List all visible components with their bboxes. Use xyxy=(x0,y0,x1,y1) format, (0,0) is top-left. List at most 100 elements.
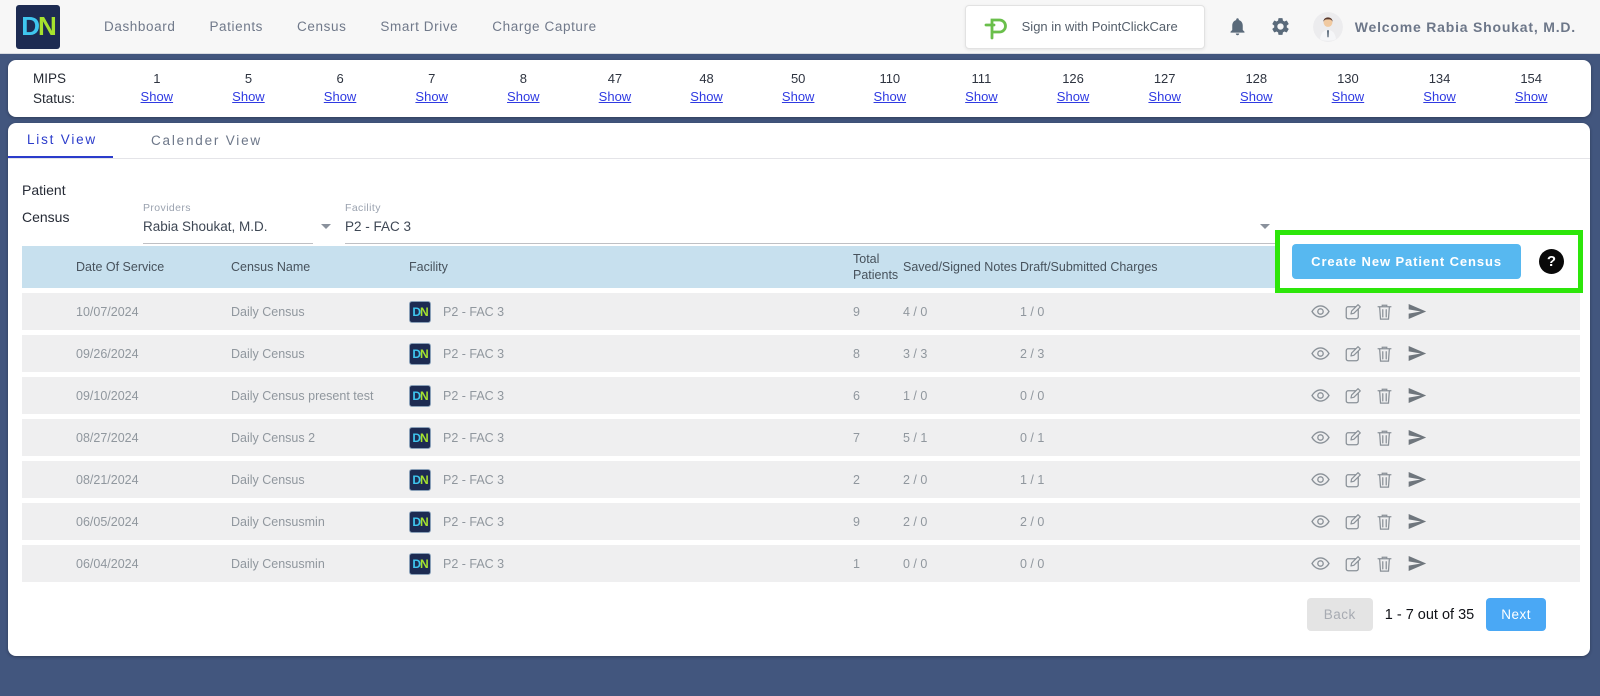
mips-show-link[interactable]: Show xyxy=(324,89,357,104)
view-button[interactable] xyxy=(1311,514,1330,529)
view-button[interactable] xyxy=(1311,304,1330,319)
delete-button[interactable] xyxy=(1376,555,1393,573)
edit-button[interactable] xyxy=(1344,471,1362,489)
mips-code-item: 154 Show xyxy=(1485,71,1577,106)
sign-in-pointclickcare-button[interactable]: Sign in with PointClickCare xyxy=(964,4,1205,49)
draft-submitted-charges-cell: 1 / 0 xyxy=(1020,304,1045,319)
edit-icon xyxy=(1345,513,1361,529)
mips-code-number: 6 xyxy=(336,71,344,86)
send-button[interactable] xyxy=(1407,429,1427,446)
send-button[interactable] xyxy=(1407,303,1427,320)
welcome-user-text: Welcome Rabia Shoukat, M.D. xyxy=(1354,18,1576,35)
view-button[interactable] xyxy=(1311,346,1330,361)
send-button[interactable] xyxy=(1407,555,1427,572)
eye-icon xyxy=(1311,305,1330,318)
back-button[interactable]: Back xyxy=(1306,598,1373,631)
edit-button[interactable] xyxy=(1344,513,1362,531)
eye-icon xyxy=(1311,515,1330,528)
bell-icon xyxy=(1230,18,1245,36)
send-icon xyxy=(1408,304,1427,319)
pagination-bar: Back 1 - 7 out of 35 Next xyxy=(8,598,1590,631)
mips-code-item: 111 Show xyxy=(936,71,1028,106)
app-logo[interactable]: DN xyxy=(16,4,60,49)
edit-button[interactable] xyxy=(1344,387,1362,405)
draft-submitted-charges-cell: 1 / 1 xyxy=(1020,472,1045,487)
settings-button[interactable] xyxy=(1270,16,1291,37)
mips-show-link[interactable]: Show xyxy=(1057,89,1090,104)
mips-show-link[interactable]: Show xyxy=(690,89,723,104)
next-button[interactable]: Next xyxy=(1486,598,1546,631)
draft-submitted-charges-cell: 2 / 0 xyxy=(1020,514,1045,529)
date-of-service-cell: 06/05/2024 xyxy=(76,514,139,529)
pointclickcare-icon xyxy=(984,18,1007,39)
mips-show-link[interactable]: Show xyxy=(415,89,448,104)
create-new-patient-census-button[interactable]: Create New Patient Census xyxy=(1292,244,1521,279)
delete-button[interactable] xyxy=(1376,303,1393,321)
mips-show-link[interactable]: Show xyxy=(141,89,174,104)
mips-code-number: 5 xyxy=(244,71,253,86)
nav-item-dashboard[interactable]: Dashboard xyxy=(104,19,175,34)
mips-code-number: 130 xyxy=(1337,71,1359,86)
census-filters-row: Patient Census Providers Rabia Shoukat, … xyxy=(8,171,1590,293)
mips-show-link[interactable]: Show xyxy=(232,89,265,104)
header-draft-submitted-charges: Draft/Submitted Charges xyxy=(1020,260,1158,274)
mips-code-number: 128 xyxy=(1245,71,1268,86)
edit-button[interactable] xyxy=(1344,429,1362,447)
total-patients-cell: 7 xyxy=(853,430,860,445)
facility-select-label: Facility xyxy=(345,202,381,214)
mips-show-link[interactable]: Show xyxy=(874,89,907,104)
view-button[interactable] xyxy=(1311,388,1330,403)
send-button[interactable] xyxy=(1407,387,1427,404)
facility-cell: DN P2 - FAC 3 xyxy=(409,468,853,491)
nav-item-census[interactable]: Census xyxy=(297,19,346,34)
view-button[interactable] xyxy=(1311,556,1330,571)
trash-icon xyxy=(1377,388,1392,404)
facility-select[interactable]: Facility P2 - FAC 3 xyxy=(345,200,1280,244)
date-of-service-cell: 08/27/2024 xyxy=(76,430,139,445)
help-icon[interactable]: ? xyxy=(1539,249,1564,274)
nav-item-patients[interactable]: Patients xyxy=(209,19,263,34)
send-button[interactable] xyxy=(1407,471,1427,488)
mips-show-link[interactable]: Show xyxy=(1332,89,1365,104)
trash-icon xyxy=(1377,430,1392,446)
edit-button[interactable] xyxy=(1344,345,1362,363)
delete-button[interactable] xyxy=(1376,345,1393,363)
user-avatar[interactable] xyxy=(1312,11,1343,42)
delete-button[interactable] xyxy=(1376,513,1393,531)
mips-show-link[interactable]: Show xyxy=(599,89,632,104)
tab-list-view[interactable]: List View xyxy=(8,123,113,158)
view-button[interactable] xyxy=(1311,430,1330,445)
main-menu: Dashboard Patients Census Smart Drive Ch… xyxy=(104,19,597,34)
delete-button[interactable] xyxy=(1376,387,1393,405)
census-name-cell: Daily Censusmin xyxy=(231,514,325,529)
edit-button[interactable] xyxy=(1344,303,1362,321)
mips-show-link[interactable]: Show xyxy=(1423,89,1456,104)
edit-button[interactable] xyxy=(1344,555,1362,573)
mips-show-link[interactable]: Show xyxy=(1515,89,1548,104)
tab-calendar-view[interactable]: Calender View xyxy=(135,123,278,158)
saved-signed-notes-cell: 2 / 0 xyxy=(903,514,928,529)
chevron-down-icon xyxy=(1260,224,1270,229)
mips-code-item: 48 Show xyxy=(661,71,753,106)
mips-show-link[interactable]: Show xyxy=(782,89,815,104)
census-name-cell: Daily Census xyxy=(231,346,305,361)
view-button[interactable] xyxy=(1311,472,1330,487)
row-actions xyxy=(1180,513,1482,531)
nav-item-charge-capture[interactable]: Charge Capture xyxy=(492,19,596,34)
mips-show-link[interactable]: Show xyxy=(965,89,998,104)
mips-show-link[interactable]: Show xyxy=(507,89,540,104)
mips-show-link[interactable]: Show xyxy=(1148,89,1181,104)
send-button[interactable] xyxy=(1407,345,1427,362)
chevron-down-icon xyxy=(321,224,331,229)
nav-item-smart-drive[interactable]: Smart Drive xyxy=(380,19,458,34)
delete-button[interactable] xyxy=(1376,429,1393,447)
delete-button[interactable] xyxy=(1376,471,1393,489)
sign-in-label: Sign in with PointClickCare xyxy=(1021,19,1178,34)
total-patients-cell: 6 xyxy=(853,388,860,403)
providers-select[interactable]: Providers Rabia Shoukat, M.D. xyxy=(143,200,331,244)
send-button[interactable] xyxy=(1407,513,1427,530)
facility-select-value: P2 - FAC 3 xyxy=(345,219,412,234)
notifications-button[interactable] xyxy=(1227,16,1248,37)
mips-code-item: 8 Show xyxy=(478,71,570,106)
mips-show-link[interactable]: Show xyxy=(1240,89,1273,104)
